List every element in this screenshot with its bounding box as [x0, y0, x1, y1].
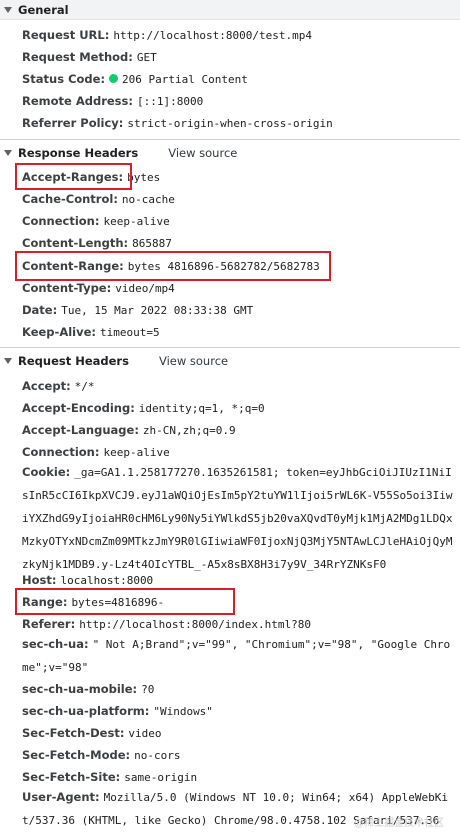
accept-value: */*	[74, 380, 95, 393]
cache-control-value: no-cache	[121, 193, 175, 206]
keep-alive-value: timeout=5	[100, 326, 160, 339]
sec-ch-ua-platform-value: "Windows"	[153, 705, 213, 718]
request-headers-section-header[interactable]: Request Headers View source	[0, 347, 460, 373]
cache-control-label: Cache-Control:	[22, 192, 118, 206]
sec-fetch-mode-value: no-cors	[134, 749, 181, 762]
sec-ch-ua-platform-label: sec-ch-ua-platform:	[22, 704, 150, 718]
general-title: General	[18, 2, 69, 17]
referrer-policy-row: Referrer Policy: strict-origin-when-cross…	[22, 115, 456, 132]
accept-ranges-highlight	[15, 163, 132, 190]
sec-fetch-site-value: same-origin	[124, 771, 198, 784]
request-method-value: GET	[136, 51, 157, 64]
accept-ranges-value: bytes	[127, 171, 161, 184]
request-method-label: Request Method:	[22, 50, 133, 64]
keep-alive-row: Keep-Alive: timeout=5	[22, 324, 456, 341]
connection-label: Connection:	[22, 214, 100, 228]
accept-row: Accept: */*	[22, 378, 456, 395]
remote-address-value: [::1]:8000	[136, 95, 204, 108]
sec-fetch-dest-row: Sec-Fetch-Dest: video	[22, 725, 456, 742]
general-section-header[interactable]: General	[0, 0, 460, 20]
request-view-source-link[interactable]: View source	[159, 354, 228, 368]
accept-language-row: Accept-Language: zh-CN,zh;q=0.9	[22, 422, 456, 439]
date-row: Date: Tue, 15 Mar 2022 08:33:38 GMT	[22, 302, 456, 319]
host-value: localhost:8000	[60, 574, 154, 587]
request-url-label: Request URL:	[22, 28, 110, 42]
response-headers-title: Response Headers	[18, 145, 139, 160]
date-value: Tue, 15 Mar 2022 08:33:38 GMT	[61, 304, 254, 317]
req-connection-value: keep-alive	[103, 446, 170, 459]
accept-language-label: Accept-Language:	[22, 423, 139, 437]
accept-encoding-label: Accept-Encoding:	[22, 401, 135, 415]
accept-encoding-row: Accept-Encoding: identity;q=1, *;q=0	[22, 400, 456, 417]
referer-value: http://localhost:8000/index.html?80	[79, 618, 311, 631]
date-label: Date:	[22, 303, 58, 317]
collapse-triangle-icon[interactable]	[4, 357, 12, 364]
cookie-value: _ga=GA1.1.258177270.1635261581; token=ey…	[22, 466, 453, 571]
cache-control-row: Cache-Control: no-cache	[22, 191, 456, 208]
referer-label: Referer:	[22, 617, 76, 631]
collapse-triangle-icon[interactable]	[4, 149, 12, 156]
accept-label: Accept:	[22, 379, 71, 393]
request-url-row: Request URL: http://localhost:8000/test.m…	[22, 27, 456, 44]
status-code-row: Status Code: 206 Partial Content	[22, 71, 456, 88]
sec-fetch-dest-label: Sec-Fetch-Dest:	[22, 726, 125, 740]
content-length-row: Content-Length: 865887	[22, 235, 456, 252]
sec-ch-ua-row: sec-ch-ua: " Not A;Brand";v="99", "Chromi…	[22, 633, 456, 679]
req-connection-row: Connection: keep-alive	[22, 444, 456, 461]
cookie-row: Cookie: _ga=GA1.1.258177270.1635261581; t…	[22, 461, 456, 576]
content-length-value: 865887	[132, 237, 172, 250]
content-type-label: Content-Type:	[22, 281, 112, 295]
sec-fetch-site-label: Sec-Fetch-Site:	[22, 770, 121, 784]
request-url-value: http://localhost:8000/test.mp4	[113, 29, 313, 42]
content-length-label: Content-Length:	[22, 236, 129, 250]
accept-encoding-value: identity;q=1, *;q=0	[138, 402, 265, 415]
sec-fetch-site-row: Sec-Fetch-Site: same-origin	[22, 769, 456, 786]
host-row: Host: localhost:8000	[22, 572, 456, 589]
referrer-policy-label: Referrer Policy:	[22, 116, 124, 130]
referrer-policy-value: strict-origin-when-cross-origin	[127, 117, 333, 130]
user-agent-label: User-Agent:	[22, 790, 100, 804]
sec-ch-ua-mobile-label: sec-ch-ua-mobile:	[22, 682, 138, 696]
connection-row: Connection: keep-alive	[22, 213, 456, 230]
sec-fetch-dest-value: video	[128, 727, 162, 740]
response-headers-section-header[interactable]: Response Headers View source	[0, 139, 460, 165]
accept-language-value: zh-CN,zh;q=0.9	[142, 424, 236, 437]
content-type-value: video/mp4	[115, 282, 175, 295]
request-method-row: Request Method: GET	[22, 49, 456, 66]
cookie-label: Cookie:	[22, 465, 71, 479]
collapse-triangle-icon[interactable]	[4, 6, 12, 13]
connection-value: keep-alive	[103, 215, 170, 228]
content-type-row: Content-Type: video/mp4	[22, 280, 456, 297]
sec-ch-ua-mobile-row: sec-ch-ua-mobile: ?0	[22, 681, 456, 698]
req-connection-label: Connection:	[22, 445, 100, 459]
host-label: Host:	[22, 573, 57, 587]
request-headers-title: Request Headers	[18, 353, 129, 368]
sec-ch-ua-label: sec-ch-ua:	[22, 637, 89, 651]
sec-ch-ua-mobile-value: ?0	[141, 683, 155, 696]
content-range-highlight	[15, 251, 331, 281]
referer-row: Referer: http://localhost:8000/index.html…	[22, 616, 456, 633]
remote-address-label: Remote Address:	[22, 94, 133, 108]
sec-ch-ua-platform-row: sec-ch-ua-platform: "Windows"	[22, 703, 456, 720]
keep-alive-label: Keep-Alive:	[22, 325, 96, 339]
status-dot-icon	[109, 74, 119, 83]
status-code-value: 206 Partial Content	[122, 73, 248, 86]
remote-address-row: Remote Address: [::1]:8000	[22, 93, 456, 110]
status-code-label: Status Code:	[22, 72, 106, 86]
sec-fetch-mode-label: Sec-Fetch-Mode:	[22, 748, 131, 762]
response-view-source-link[interactable]: View source	[168, 146, 237, 160]
range-highlight	[15, 588, 235, 615]
watermark: @稀土掘金技术社区	[354, 818, 444, 829]
sec-fetch-mode-row: Sec-Fetch-Mode: no-cors	[22, 747, 456, 764]
